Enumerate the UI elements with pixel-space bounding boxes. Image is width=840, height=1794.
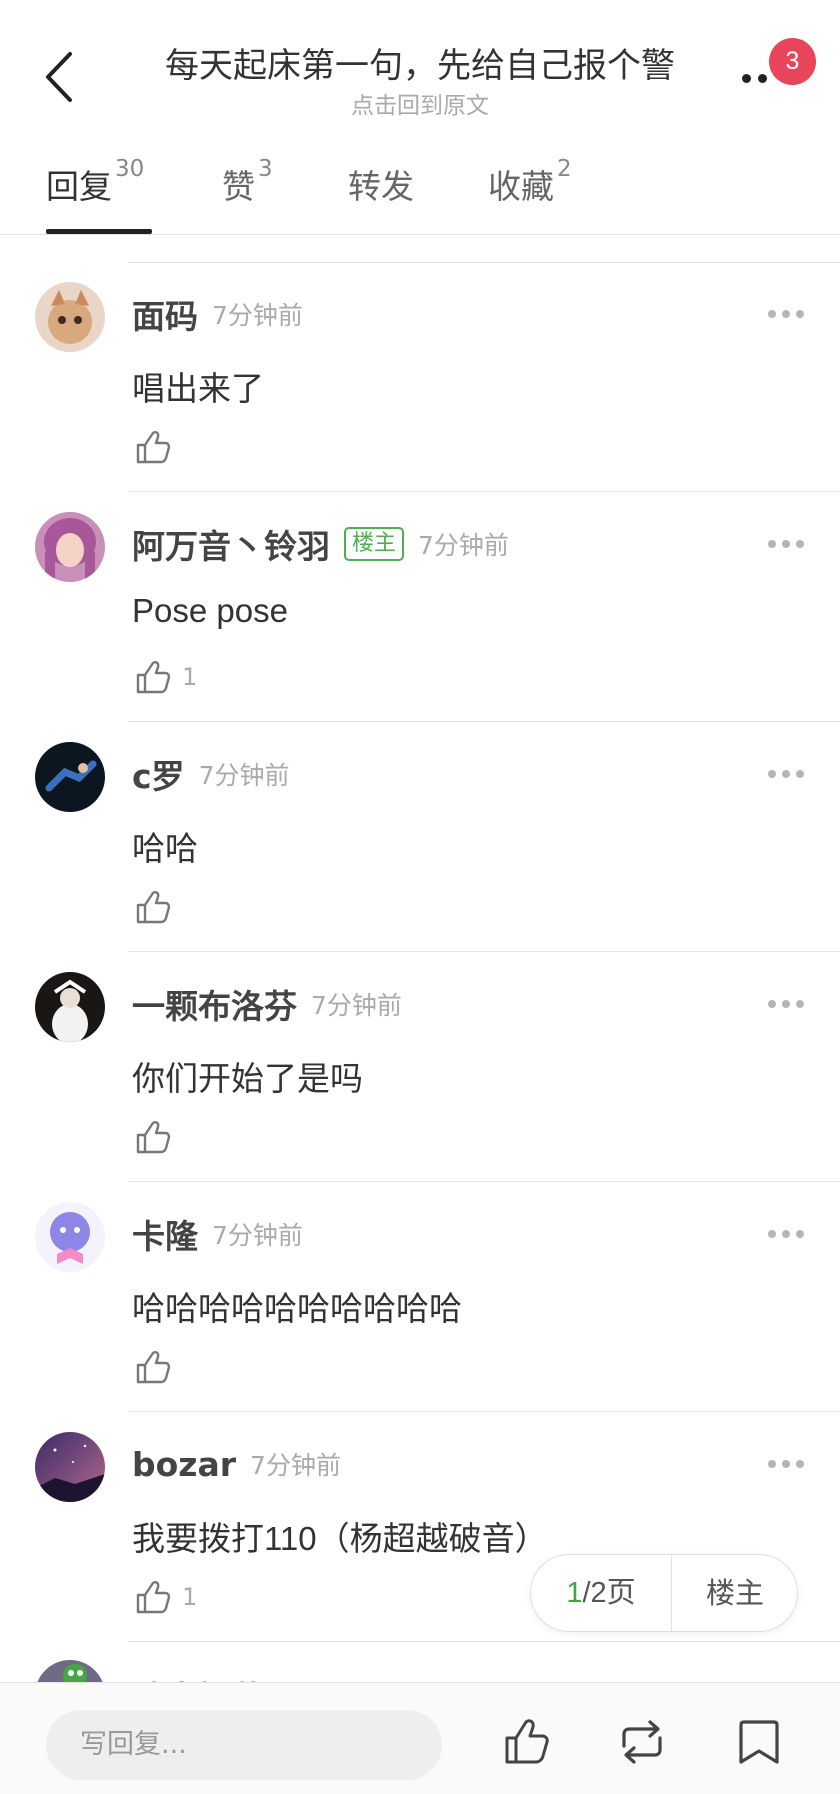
comment-text: 我要拨打110（杨超越破音）: [132, 1520, 548, 1557]
timestamp: 7分钟前: [212, 301, 303, 330]
top-nav-bar: 每天起床第一句，先给自己报个警 点击回到原文 3: [0, 0, 840, 120]
comment-meta: bozar 7分钟前: [132, 1442, 341, 1486]
comment-meta: 卡隆 7分钟前: [132, 1212, 303, 1256]
tab-likes[interactable]: 赞3: [222, 156, 273, 208]
tab-label: 收藏: [488, 167, 554, 206]
more-dots-icon[interactable]: [768, 770, 804, 780]
post-title[interactable]: 每天起床第一句，先给自己报个警: [120, 38, 720, 87]
username[interactable]: 一颗布洛芬: [132, 980, 297, 1028]
like-button[interactable]: [134, 427, 172, 467]
comment-text: 你们开始了是吗: [132, 1060, 363, 1097]
like-button[interactable]: [134, 1347, 172, 1387]
comment-meta: 阿万音丶铃羽 楼主 7分钟前: [132, 522, 509, 566]
comment-text: Pose pose: [132, 592, 288, 629]
tab-label: 赞: [222, 167, 255, 206]
avatar[interactable]: [35, 282, 105, 352]
notification-badge[interactable]: 3: [769, 38, 816, 85]
tab-count: 2: [557, 156, 572, 182]
timestamp: 7分钟前: [418, 531, 509, 560]
comment-item[interactable]: 面码 7分钟前 唱出来了: [0, 262, 840, 492]
username[interactable]: 面码: [132, 290, 198, 338]
bottom-action-bar: 写回复...: [0, 1682, 840, 1794]
page-switcher: 1/2页 楼主: [530, 1554, 798, 1632]
tab-label: 转发: [348, 167, 414, 206]
tab-bar: 回复 30 赞3 转发 收藏 2: [0, 140, 840, 235]
thumbs-up-icon[interactable]: [502, 1716, 552, 1768]
current-page: 1: [566, 1577, 583, 1609]
avatar[interactable]: [35, 742, 105, 812]
timestamp: 7分钟前: [311, 991, 402, 1020]
comment-text: 唱出来了: [132, 370, 264, 407]
tab-count: 3: [258, 156, 273, 182]
page-indicator[interactable]: 1/2页: [531, 1555, 671, 1631]
back-arrow-icon[interactable]: [40, 50, 80, 104]
divider: [128, 1641, 840, 1642]
active-tab-indicator: [46, 229, 152, 234]
thumbs-up-icon: [136, 891, 171, 924]
avatar[interactable]: [35, 1202, 105, 1272]
avatar[interactable]: [35, 1432, 105, 1502]
comment-item[interactable]: c罗 7分钟前 哈哈: [0, 722, 840, 952]
total-pages: /2页: [582, 1577, 636, 1609]
thumbs-up-icon: [136, 1581, 171, 1614]
more-dots-icon[interactable]: [768, 1000, 804, 1010]
comment-meta: 面码 7分钟前: [132, 292, 303, 336]
timestamp: 7分钟前: [250, 1451, 341, 1480]
username[interactable]: c罗: [132, 750, 185, 798]
comment-meta: c罗 7分钟前: [132, 752, 289, 796]
username[interactable]: bozar: [132, 1445, 236, 1484]
comment-meta: 一颗布洛芬 7分钟前: [132, 982, 402, 1026]
bookmark-icon[interactable]: [734, 1716, 784, 1768]
like-button[interactable]: [134, 887, 172, 927]
comment-text: 哈哈: [132, 830, 198, 867]
tab-count: 30: [115, 156, 145, 182]
thumbs-up-icon: [136, 661, 171, 694]
comment-item[interactable]: 阿万音丶铃羽 楼主 7分钟前 Pose pose 1: [0, 492, 840, 722]
tab-reposts[interactable]: 转发: [348, 160, 414, 208]
avatar[interactable]: [35, 512, 105, 582]
like-button[interactable]: 1: [134, 657, 197, 697]
username[interactable]: 卡隆: [132, 1210, 198, 1258]
more-dots-icon[interactable]: [768, 1460, 804, 1470]
username[interactable]: 阿万音丶铃羽: [132, 520, 330, 568]
repost-icon[interactable]: [614, 1716, 670, 1768]
tab-label: 回复: [46, 167, 112, 206]
thumbs-up-icon: [136, 431, 171, 464]
comment-item[interactable]: 一颗布洛芬 7分钟前 你们开始了是吗: [0, 952, 840, 1182]
tab-favorites[interactable]: 收藏 2: [488, 156, 572, 208]
more-dots-icon[interactable]: [768, 540, 804, 550]
reply-input[interactable]: 写回复...: [46, 1710, 442, 1780]
back-to-original-link[interactable]: 点击回到原文: [120, 86, 720, 120]
like-button[interactable]: [134, 1117, 172, 1157]
like-count: 1: [182, 1583, 198, 1611]
tab-replies[interactable]: 回复 30: [46, 156, 144, 208]
op-badge: 楼主: [344, 527, 405, 561]
avatar[interactable]: [35, 972, 105, 1042]
more-dots-icon[interactable]: [768, 310, 804, 320]
thumbs-up-icon: [136, 1351, 171, 1384]
timestamp: 7分钟前: [198, 761, 290, 790]
more-dots-icon[interactable]: [768, 1230, 804, 1240]
comment-item[interactable]: 卡隆 7分钟前 哈哈哈哈哈哈哈哈哈哈: [0, 1182, 840, 1412]
like-count: 1: [182, 663, 198, 691]
like-button[interactable]: 1: [134, 1577, 197, 1617]
timestamp: 7分钟前: [212, 1221, 303, 1250]
comment-list: 面码 7分钟前 唱出来了 阿万音丶铃羽 楼主 7分钟前 Pose pose 1: [0, 262, 840, 1642]
comment-text: 哈哈哈哈哈哈哈哈哈哈: [132, 1290, 462, 1327]
thumbs-up-icon: [136, 1121, 171, 1154]
op-only-button[interactable]: 楼主: [672, 1555, 798, 1631]
